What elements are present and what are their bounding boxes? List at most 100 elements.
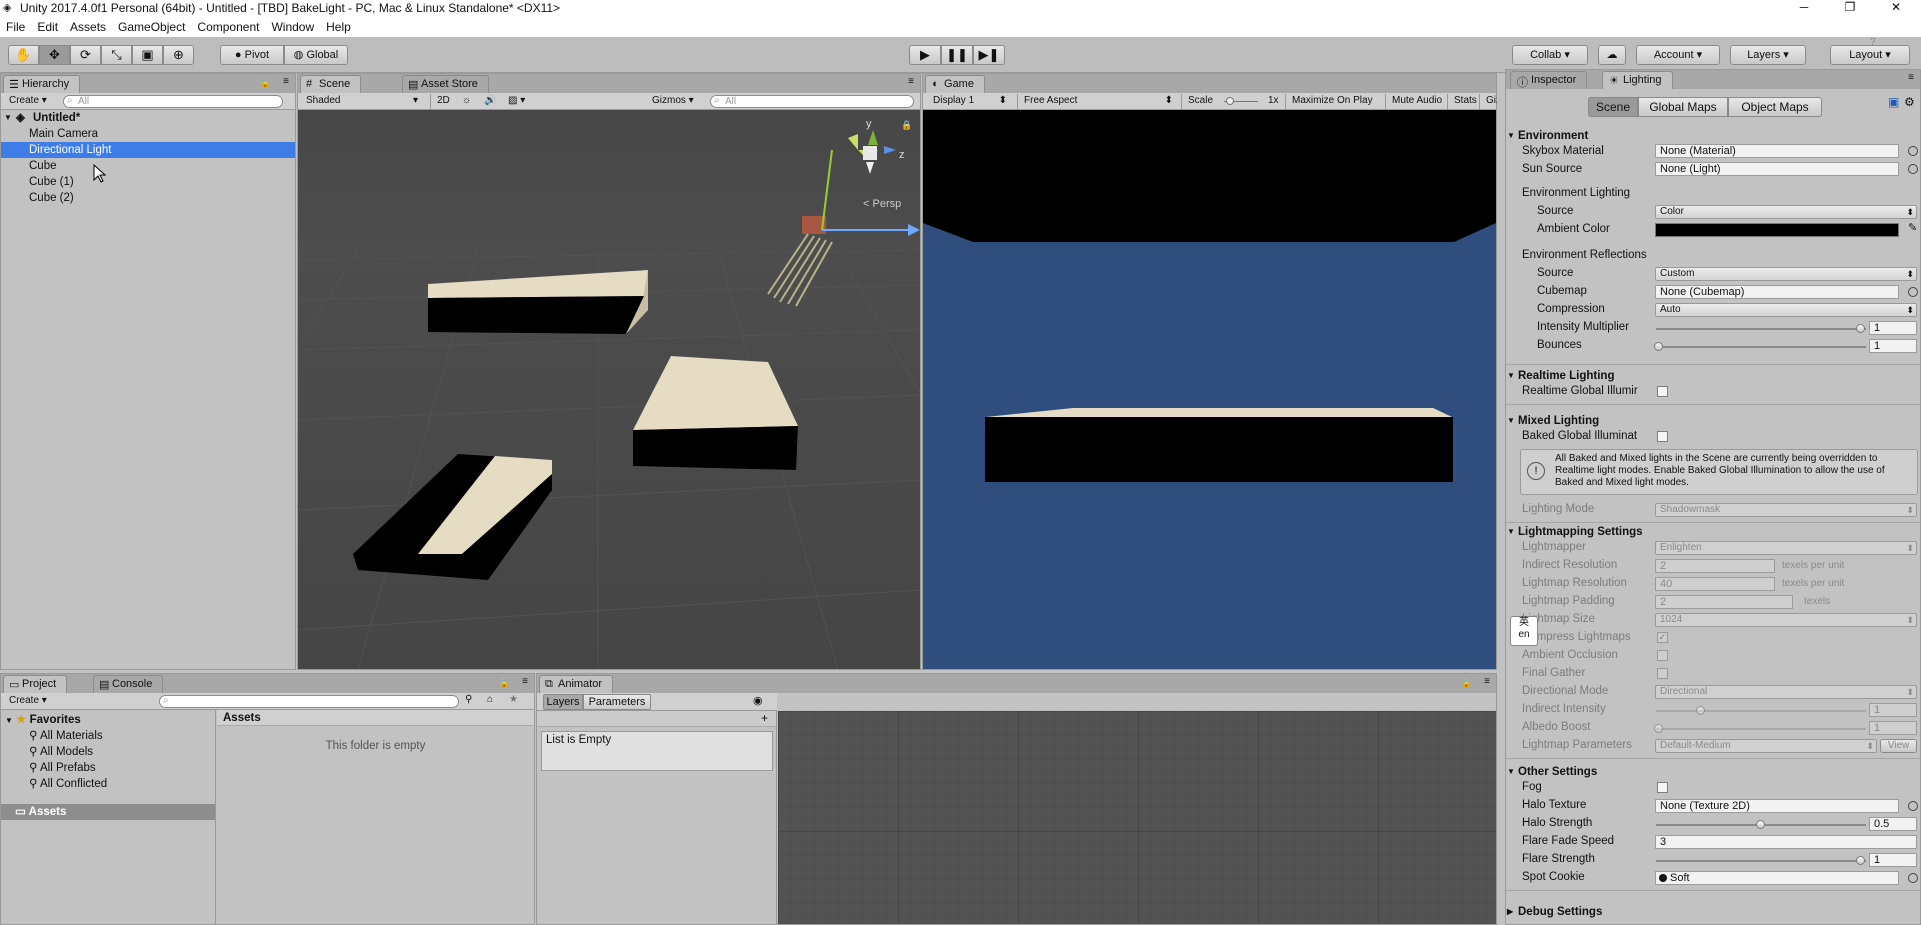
hierarchy-item-cube[interactable]: Cube	[1, 158, 295, 174]
shading-dropdown[interactable]: Shaded ▾	[300, 94, 420, 109]
ambient-color-swatch[interactable]	[1655, 223, 1899, 237]
indirect-intensity-knob[interactable]	[1696, 706, 1705, 715]
baked-gi-checkbox[interactable]	[1657, 431, 1668, 442]
object-picker-icon[interactable]	[1908, 873, 1918, 883]
hierarchy-item-cube-1[interactable]: Cube (1)	[1, 174, 295, 190]
tab-hierarchy[interactable]: ☰ Hierarchy	[3, 75, 81, 93]
lighting-mode-dropdown[interactable]: Shadowmask	[1655, 503, 1917, 517]
fog-checkbox[interactable]	[1657, 782, 1668, 793]
panel-menu-icon[interactable]: ≡	[1908, 72, 1914, 83]
lightmapper-dropdown[interactable]: Enlighten	[1655, 541, 1917, 555]
fav-all-materials[interactable]: ⚲ All Materials	[29, 728, 103, 742]
lightmap-parameters-dropdown[interactable]: Default-Medium	[1655, 739, 1877, 753]
tab-animator[interactable]: ⧉ Animator	[539, 675, 614, 693]
menu-window[interactable]: Window	[265, 16, 320, 34]
ambient-occlusion-checkbox[interactable]	[1657, 650, 1668, 661]
book-icon[interactable]: ▣	[1888, 95, 1899, 109]
minimize-button[interactable]: ─	[1781, 0, 1827, 16]
subtab-scene[interactable]: Scene	[1588, 97, 1638, 117]
2d-toggle[interactable]: 2D	[430, 94, 452, 109]
refl-source-dropdown[interactable]: Custom	[1655, 267, 1917, 281]
move-tool-icon[interactable]: ✥	[39, 45, 70, 65]
scale-knob[interactable]	[1226, 97, 1234, 105]
assets-breadcrumb[interactable]: Assets	[217, 710, 534, 726]
cubemap-field[interactable]: None (Cubemap)	[1655, 285, 1899, 299]
albedo-boost-field[interactable]: 1	[1869, 721, 1917, 735]
eyedropper-icon[interactable]: ✎	[1908, 221, 1917, 234]
bounces-knob[interactable]	[1654, 342, 1663, 351]
flare-fade-speed-field[interactable]: 3	[1655, 835, 1917, 849]
add-layer-icon[interactable]: +	[761, 711, 768, 725]
lightmap-padding-field[interactable]: 2	[1655, 595, 1793, 609]
rotate-tool-icon[interactable]: ⟳	[70, 45, 101, 65]
sun-source-field[interactable]: None (Light)	[1655, 162, 1899, 176]
mute-audio-toggle[interactable]: Mute Audio	[1385, 94, 1447, 109]
lightmap-resolution-field[interactable]: 40	[1655, 577, 1775, 591]
fav-all-models[interactable]: ⚲ All Models	[29, 744, 93, 758]
close-button[interactable]: ✕	[1873, 0, 1919, 16]
eye-icon[interactable]: ◉	[753, 694, 763, 707]
lighting-toggle-icon[interactable]: ☼	[456, 94, 478, 109]
tab-lighting[interactable]: ☀ Lighting	[1602, 71, 1673, 89]
indirect-intensity-slider[interactable]	[1656, 706, 1866, 715]
lock-icon[interactable]: 🔒	[499, 678, 510, 689]
scene-root[interactable]: ▼ ◈ Untitled*	[1, 110, 295, 126]
subtab-global-maps[interactable]: Global Maps	[1638, 97, 1728, 117]
panel-menu-icon[interactable]: ≡	[908, 76, 914, 87]
section-realtime-lighting[interactable]: Realtime Lighting	[1506, 368, 1920, 384]
flare-strength-field[interactable]: 1	[1869, 853, 1917, 867]
scale-tool-icon[interactable]: ⤡	[101, 45, 132, 65]
object-picker-icon[interactable]	[1908, 146, 1918, 156]
menu-file[interactable]: File	[0, 16, 31, 34]
hand-tool-icon[interactable]: ✋	[8, 45, 39, 65]
rect-tool-icon[interactable]: ▣	[132, 45, 163, 65]
tab-game[interactable]: ◖ Game	[925, 75, 985, 93]
lock-icon[interactable]: 🔒	[1461, 678, 1472, 689]
tab-console[interactable]: ▤ Console	[93, 675, 164, 693]
scale-control[interactable]: Scale 1x	[1181, 94, 1291, 109]
object-picker-icon[interactable]	[1908, 801, 1918, 811]
menu-help[interactable]: Help	[320, 16, 357, 34]
effects-toggle-icon[interactable]: ▨ ▾	[502, 94, 530, 109]
fav-all-conflicted[interactable]: ⚲ All Conflicted	[29, 776, 107, 790]
assets-root-node[interactable]: ▭ Assets	[1, 804, 215, 820]
layout-dropdown[interactable]: Layout ▾	[1830, 45, 1910, 65]
panel-menu-icon[interactable]: ≡	[522, 676, 528, 687]
hierarchy-item-cube-2[interactable]: Cube (2)	[1, 190, 295, 206]
tab-project[interactable]: ▭ Project	[3, 675, 68, 693]
global-toggle[interactable]: ◍ Global	[284, 45, 348, 65]
view-parameters-button[interactable]: View	[1880, 739, 1917, 753]
favorites-node[interactable]: ▼ ★ Favorites	[5, 712, 81, 726]
menu-gameobject[interactable]: GameObject	[112, 16, 191, 34]
game-gizmos-toggle[interactable]: Gizmos	[1479, 94, 1497, 109]
expand-arrow-icon[interactable]: ▼	[4, 110, 12, 126]
transform-tool-icon[interactable]: ⊕	[163, 45, 194, 65]
collab-dropdown[interactable]: Collab ▾	[1512, 45, 1588, 65]
panel-menu-icon[interactable]: ≡	[1484, 676, 1490, 687]
indirect-intensity-field[interactable]: 1	[1869, 703, 1917, 717]
hierarchy-item-main-camera[interactable]: Main Camera	[1, 126, 295, 142]
display-dropdown[interactable]: Display 1 ⬍	[927, 94, 1011, 109]
intensity-slider[interactable]	[1656, 324, 1866, 333]
layers-dropdown[interactable]: Layers ▾	[1730, 45, 1806, 65]
tab-asset-store[interactable]: ▤ Asset Store	[402, 75, 489, 93]
gizmo-lock-icon[interactable]: 🔒	[901, 120, 912, 130]
scene-viewport[interactable]: y z < Persp 🔒	[298, 110, 920, 669]
bounces-slider[interactable]	[1654, 342, 1866, 351]
menu-assets[interactable]: Assets	[64, 16, 112, 34]
halo-strength-slider[interactable]	[1656, 820, 1866, 829]
stats-toggle[interactable]: Stats	[1447, 94, 1479, 109]
panel-menu-icon[interactable]: ≡	[283, 76, 289, 87]
object-picker-icon[interactable]	[1908, 164, 1918, 174]
audio-toggle-icon[interactable]: 🔊	[478, 94, 500, 109]
project-search-input[interactable]: ⌕	[159, 695, 459, 708]
menu-component[interactable]: Component	[191, 16, 265, 34]
subtab-layers[interactable]: Layers	[543, 694, 583, 710]
env-source-dropdown[interactable]: Color	[1655, 205, 1917, 219]
tab-scene[interactable]: # Scene	[300, 75, 362, 93]
lightmap-size-dropdown[interactable]: 1024	[1655, 613, 1917, 627]
favorite-star-icon[interactable]: ★	[509, 694, 518, 705]
maximize-button[interactable]: ❐	[1827, 0, 1873, 16]
compression-dropdown[interactable]: Auto	[1655, 303, 1917, 317]
halo-strength-knob[interactable]	[1756, 820, 1765, 829]
